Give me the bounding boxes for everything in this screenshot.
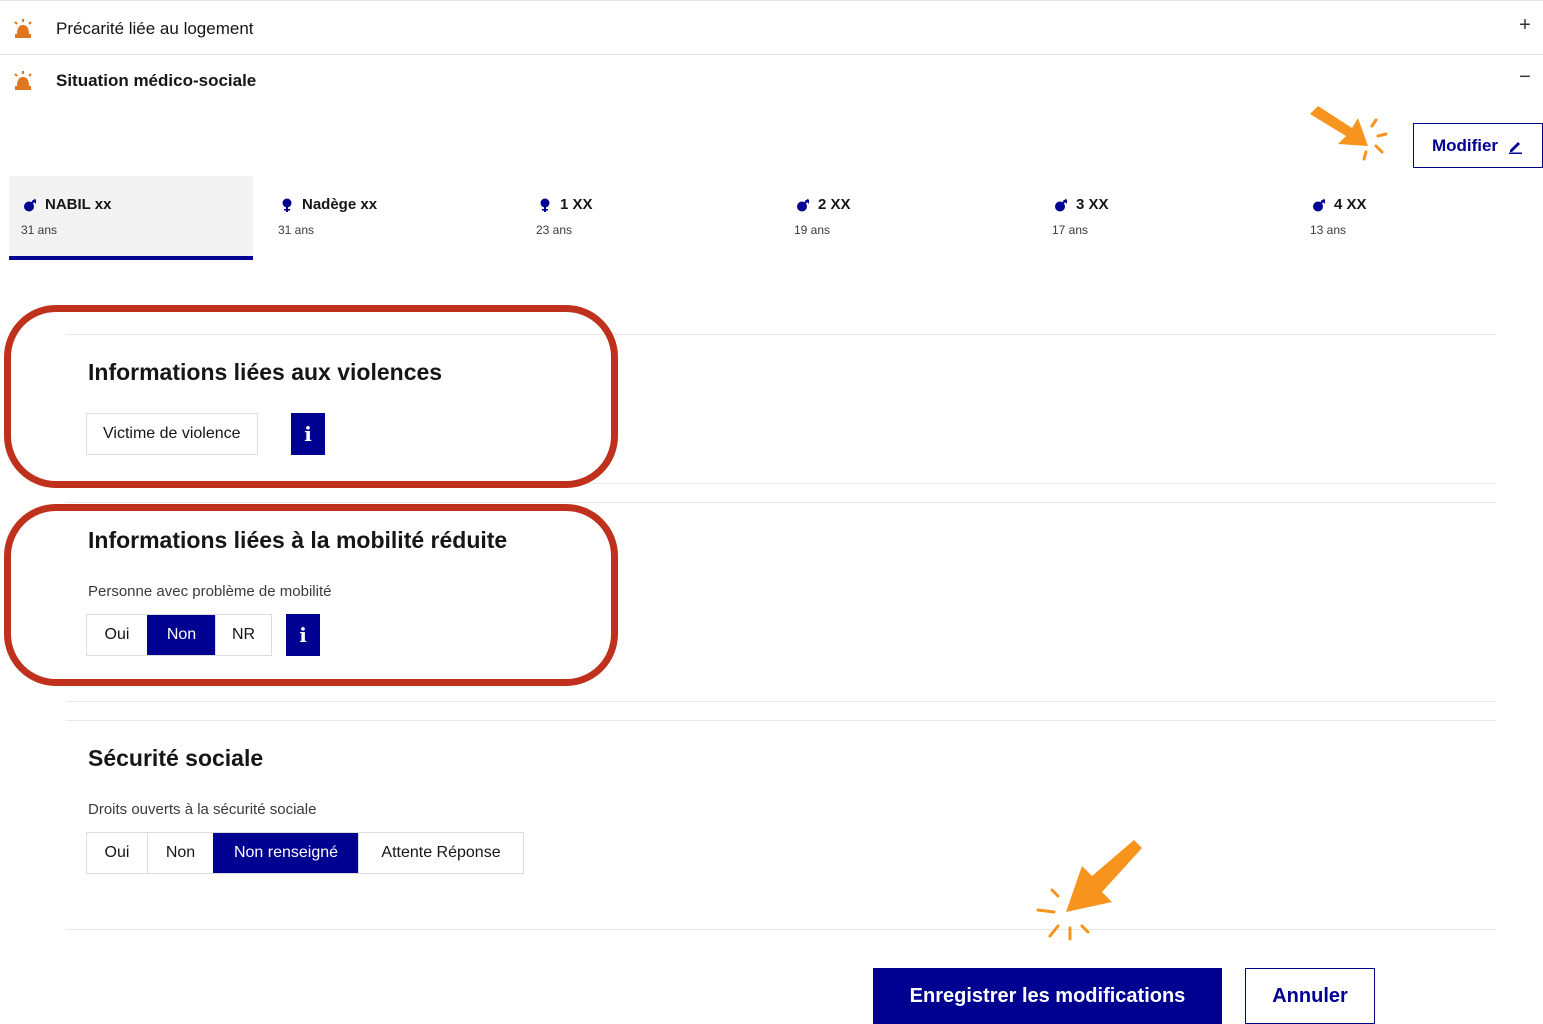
person-name: 1 XX xyxy=(538,196,593,213)
pointer-arrow-icon xyxy=(1310,106,1388,161)
male-icon xyxy=(797,198,810,211)
person-name: NABIL xx xyxy=(23,196,111,213)
save-button[interactable]: Enregistrer les modifications xyxy=(873,968,1222,1024)
pencil-icon xyxy=(1509,141,1523,154)
person-age: 19 ans xyxy=(794,223,831,237)
male-icon xyxy=(1313,198,1326,211)
expand-icon[interactable]: + xyxy=(1513,14,1537,37)
person-name: 4 XX xyxy=(1312,196,1367,213)
person-age: 23 ans xyxy=(536,223,573,237)
pointer-arrow-icon xyxy=(1036,840,1142,941)
alarm-icon xyxy=(14,19,32,38)
person-name: 2 XX xyxy=(796,196,851,213)
cancel-button[interactable]: Annuler xyxy=(1245,968,1375,1024)
person-tab[interactable]: 3 XX 17 ans xyxy=(1040,176,1284,260)
person-age: 31 ans xyxy=(21,223,58,237)
person-name: 3 XX xyxy=(1054,196,1109,213)
person-name-label: 3 XX xyxy=(1076,196,1109,213)
section-title: Sécurité sociale xyxy=(88,745,264,771)
option-non[interactable]: Non xyxy=(147,833,213,873)
person-tab[interactable]: NABIL xx 31 ans xyxy=(9,176,253,260)
female-icon xyxy=(540,198,550,212)
male-icon xyxy=(24,198,37,211)
person-name-label: NABIL xx xyxy=(45,196,112,213)
collapse-icon[interactable]: − xyxy=(1513,66,1537,89)
female-icon xyxy=(282,198,292,212)
person-age: 13 ans xyxy=(1310,223,1347,237)
accordion-item-housing[interactable]: Précarité liée au logement + xyxy=(0,2,1543,54)
person-tab[interactable]: 1 XX 23 ans xyxy=(524,176,768,260)
field-label: Droits ouverts à la sécurité sociale xyxy=(88,801,317,818)
person-name-label: 4 XX xyxy=(1334,196,1367,213)
option-attente-reponse[interactable]: Attente Réponse xyxy=(358,833,523,873)
highlight-oval xyxy=(4,305,618,488)
person-age: 17 ans xyxy=(1052,223,1089,237)
alarm-icon xyxy=(14,71,32,90)
option-non-renseigne[interactable]: Non renseigné xyxy=(213,833,358,873)
social-security-segmented: Oui Non Non renseigné Attente Réponse xyxy=(86,832,524,874)
person-tab[interactable]: 4 XX 13 ans xyxy=(1298,176,1542,260)
person-name-label: 2 XX xyxy=(818,196,851,213)
male-icon xyxy=(1055,198,1068,211)
card-social-security: Sécurité sociale Droits ouverts à la séc… xyxy=(66,720,1496,930)
person-age: 31 ans xyxy=(278,223,315,237)
accordion-item-medico-social[interactable]: Situation médico-sociale − xyxy=(0,54,1543,106)
highlight-oval xyxy=(4,504,618,686)
person-tab[interactable]: 2 XX 19 ans xyxy=(782,176,1026,260)
person-name: Nadège xx xyxy=(280,196,377,213)
modify-label: Modifier xyxy=(1431,135,1499,155)
option-oui[interactable]: Oui xyxy=(87,833,147,873)
person-name-label: Nadège xx xyxy=(302,196,378,213)
accordion-title: Précarité liée au logement xyxy=(56,19,254,38)
divider xyxy=(0,0,1543,1)
person-tab[interactable]: Nadège xx 31 ans xyxy=(266,176,510,260)
person-name-label: 1 XX xyxy=(560,196,593,213)
accordion-title: Situation médico-sociale xyxy=(56,71,257,90)
modify-button[interactable]: Modifier xyxy=(1413,123,1543,168)
